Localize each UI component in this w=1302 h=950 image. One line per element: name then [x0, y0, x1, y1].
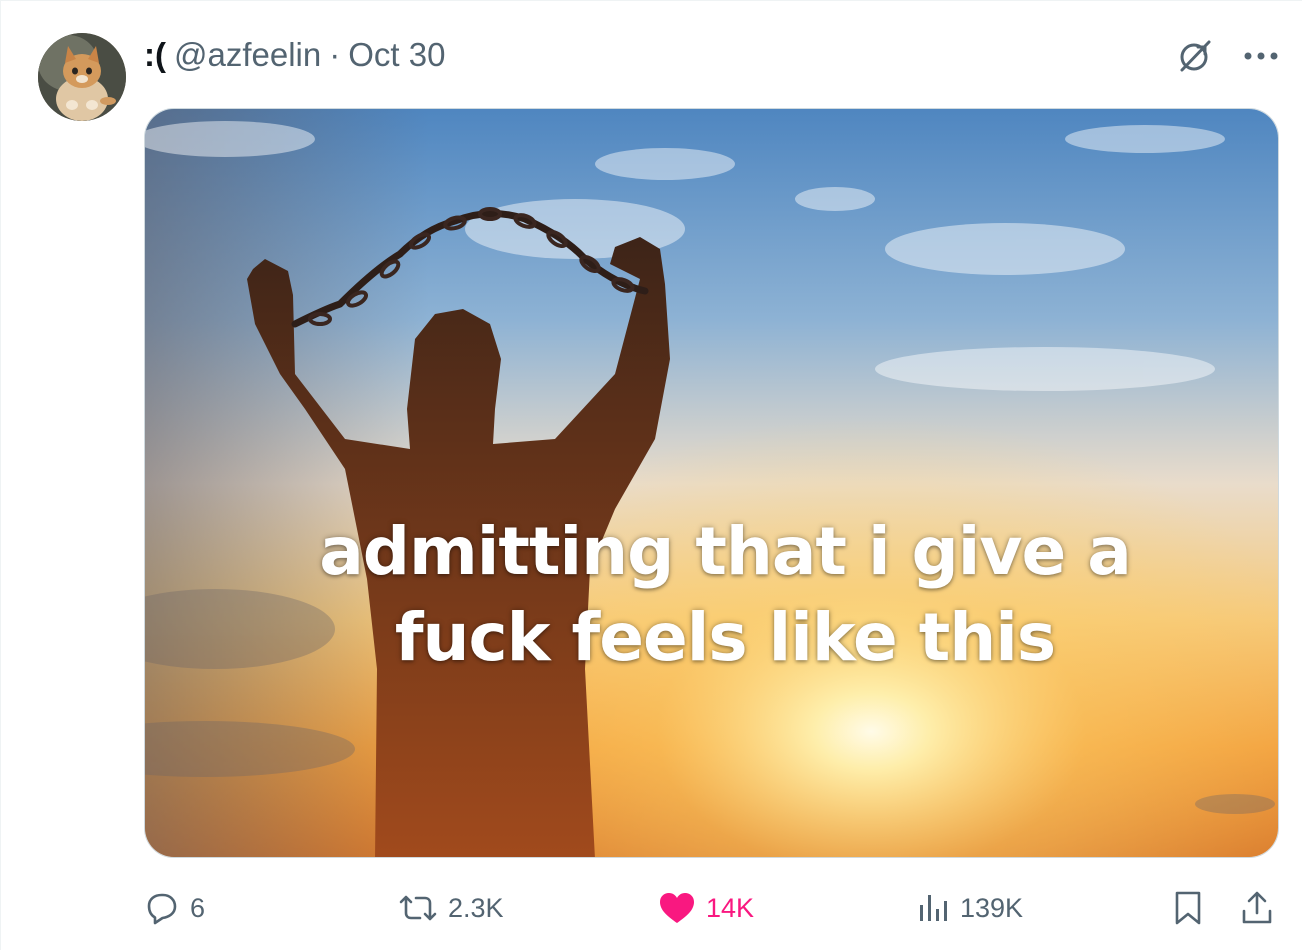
share-button[interactable]: [1240, 881, 1274, 935]
tweet-action-bar: 6 2.3K 14K 139K: [144, 881, 1279, 935]
avatar[interactable]: [38, 33, 126, 121]
grok-icon: [1180, 40, 1211, 72]
tweet-top-actions: [1176, 37, 1278, 75]
separator-dot: ·: [329, 36, 341, 73]
share-icon: [1242, 891, 1272, 924]
display-name[interactable]: :(: [144, 36, 166, 74]
like-count: 14K: [706, 892, 755, 923]
reply-icon: [147, 893, 177, 925]
sunset-silhouette-image: [145, 109, 1278, 857]
more-options-button[interactable]: [1244, 51, 1278, 61]
repost-icon: [399, 895, 437, 921]
reply-button[interactable]: 6: [144, 881, 205, 935]
views-button[interactable]: 139K: [916, 881, 1023, 935]
views-bar-chart-icon: [920, 895, 947, 921]
bookmark-icon: [1175, 891, 1201, 925]
kitten-avatar-image: [38, 33, 126, 121]
bookmark-button[interactable]: [1172, 881, 1204, 935]
tweet[interactable]: :( @azfeelin · Oct 30 admitting that i g…: [0, 0, 1302, 950]
repost-count: 2.3K: [448, 892, 504, 923]
user-handle[interactable]: @azfeelin: [174, 36, 321, 74]
like-button[interactable]: 14K: [658, 881, 754, 935]
repost-button[interactable]: 2.3K: [398, 881, 504, 935]
tweet-media-image[interactable]: admitting that i give a fuck feels like …: [144, 108, 1279, 858]
view-count: 139K: [960, 892, 1024, 923]
grok-button[interactable]: [1176, 37, 1214, 75]
heart-icon: [660, 893, 694, 923]
reply-count: 6: [190, 892, 206, 923]
post-date[interactable]: Oct 30: [348, 36, 445, 74]
tweet-header: :( @azfeelin · Oct 30: [144, 35, 445, 75]
more-icon: [1244, 52, 1278, 60]
